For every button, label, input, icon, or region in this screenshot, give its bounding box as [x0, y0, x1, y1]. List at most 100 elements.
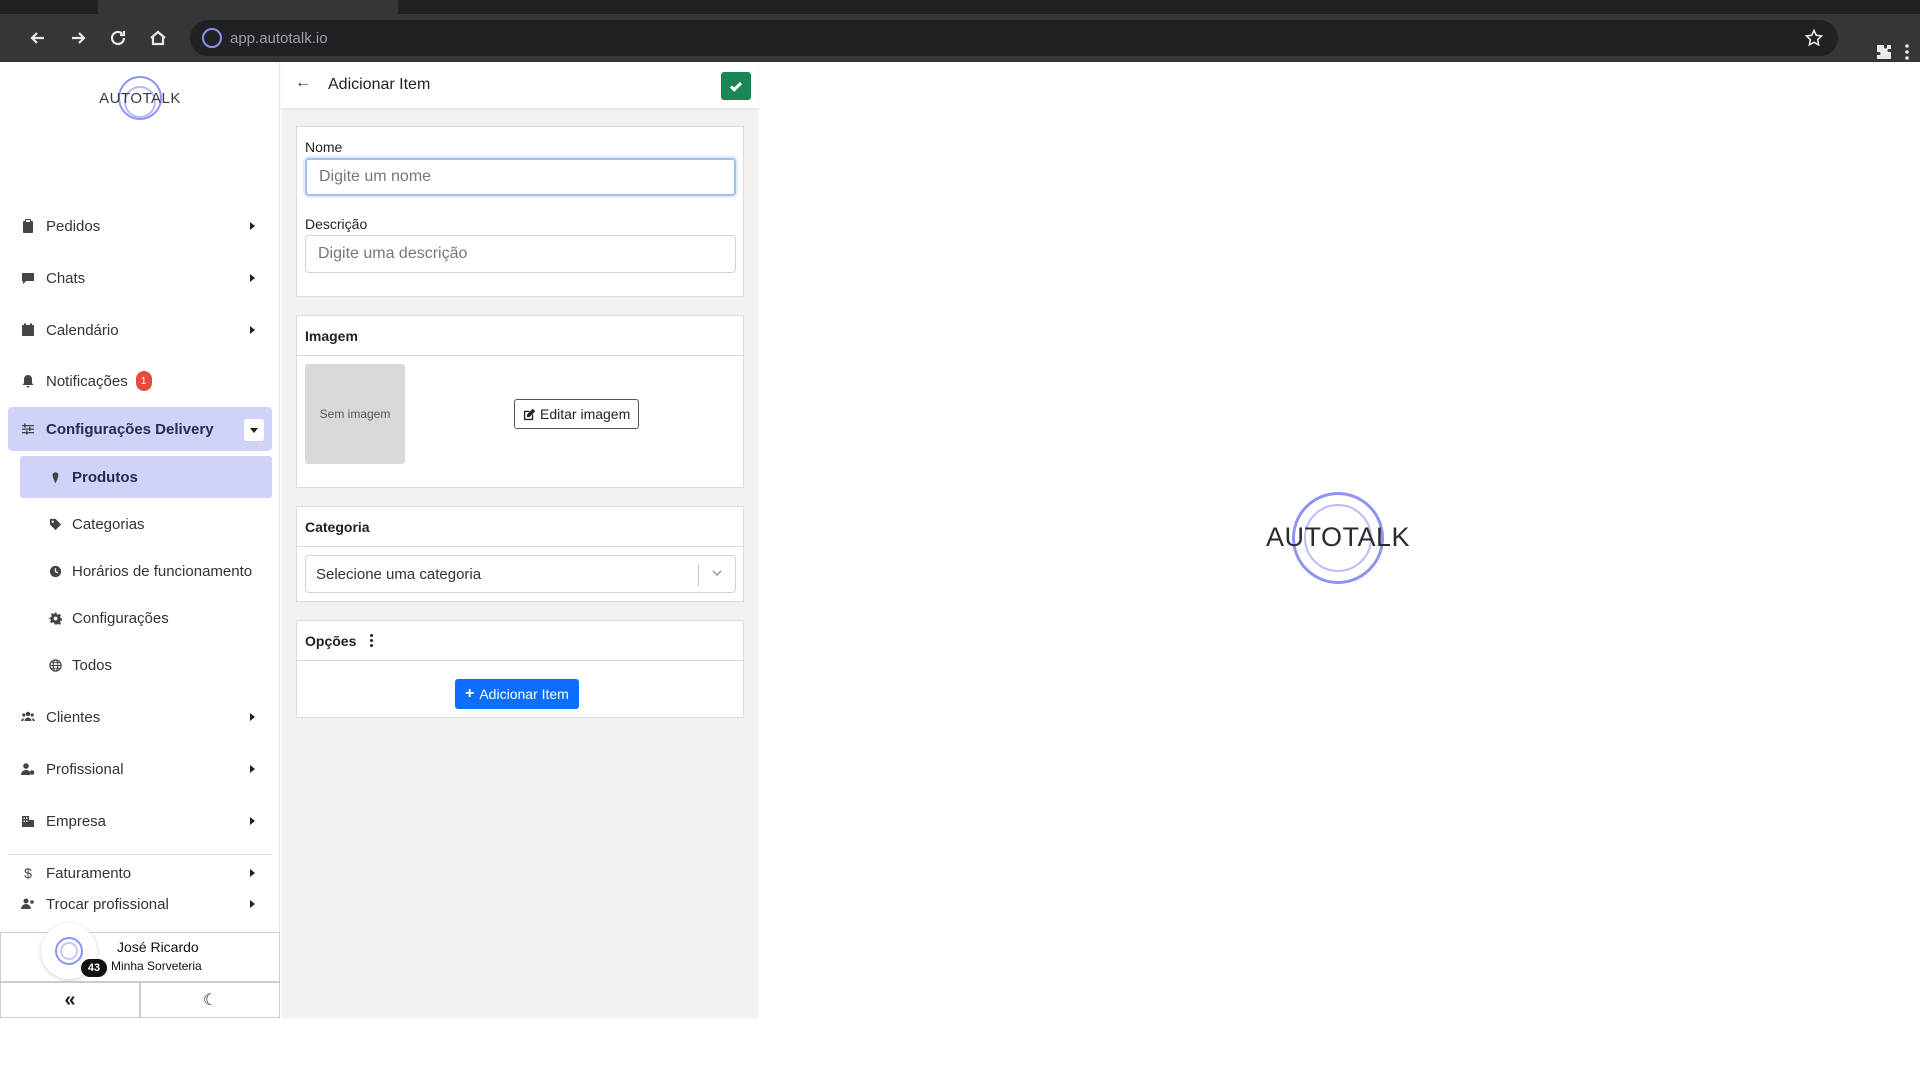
sidebar-item-label: Configurações Delivery — [46, 420, 214, 438]
avatar-count-badge: 43 — [81, 959, 107, 977]
sidebar-logo[interactable]: AUTOTALK — [98, 70, 182, 126]
options-kebab-icon[interactable] — [370, 634, 374, 647]
sidebar-item-trocar-profissional[interactable]: Trocar profissional — [8, 882, 272, 926]
image-placeholder: Sem imagem — [305, 364, 405, 464]
caret-right-icon[interactable] — [244, 865, 260, 881]
sidebar-subitem-categorias[interactable]: Categorias — [20, 503, 272, 545]
sidebar-item-profissional[interactable]: Profissional — [8, 747, 272, 791]
chevron-down-icon[interactable] — [709, 565, 725, 581]
sidebar-item-label: Pedidos — [46, 217, 101, 235]
address-bar[interactable]: app.autotalk.io — [190, 20, 1838, 56]
sidebar-subitem-label: Categorias — [72, 515, 145, 533]
tag-icon — [48, 517, 62, 531]
caret-right-icon[interactable] — [244, 896, 260, 912]
reload-icon[interactable] — [98, 18, 138, 58]
caret-right-icon[interactable] — [244, 709, 260, 725]
sidebar-item-empresa[interactable]: Empresa — [8, 799, 272, 843]
sidebar-item-calendario[interactable]: Calendário — [8, 308, 272, 352]
notification-count-badge: 1 — [135, 371, 152, 391]
sidebar-item-chats[interactable]: Chats — [8, 256, 272, 300]
building-icon — [20, 813, 36, 829]
edit-icon — [523, 408, 536, 420]
caret-right-icon[interactable] — [244, 813, 260, 829]
name-label: Nome — [305, 139, 343, 155]
options-header-label: Opções — [305, 632, 357, 649]
category-section-header: Categoria — [297, 507, 743, 547]
dollar-icon: $ — [24, 865, 32, 881]
center-brand-logo: AUTOTALK — [1258, 490, 1418, 590]
panel-header: ← Adicionar Item — [281, 62, 759, 108]
users-icon — [20, 709, 36, 725]
site-favicon-icon — [202, 28, 222, 48]
clipboard-icon — [20, 218, 36, 234]
comment-icon — [20, 270, 36, 286]
name-input[interactable] — [305, 158, 736, 196]
sidebar-item-label: Chats — [46, 269, 86, 287]
browser-toolbar: app.autotalk.io — [0, 14, 1920, 62]
sidebar-item-clientes[interactable]: Clientes — [8, 695, 272, 739]
description-input[interactable] — [305, 235, 736, 273]
clock-icon — [48, 564, 62, 578]
add-item-panel: ← Adicionar Item Nome Descrição Imagem S… — [281, 62, 759, 1018]
home-icon[interactable] — [138, 18, 178, 58]
sidebar-item-label: Profissional — [46, 760, 124, 778]
user-gear-icon — [20, 761, 36, 777]
brand-logo-text: AUTOTALK — [1265, 522, 1411, 552]
caret-right-icon[interactable] — [244, 218, 260, 234]
sidebar-item-label: Trocar profissional — [46, 895, 169, 913]
edit-image-button[interactable]: Editar imagem — [514, 399, 640, 429]
caret-right-icon[interactable] — [244, 322, 260, 338]
basic-info-card: Nome Descrição — [296, 126, 744, 297]
browser-tab-strip — [0, 0, 1920, 14]
address-url: app.autotalk.io — [230, 29, 328, 47]
browser-tab[interactable] — [98, 0, 398, 14]
sidebar-subitem-todos[interactable]: Todos — [20, 644, 272, 686]
user-switch-icon — [20, 896, 36, 912]
sliders-icon — [20, 421, 36, 437]
caret-right-icon[interactable] — [244, 761, 260, 777]
collapse-sidebar-button[interactable]: « — [0, 982, 140, 1018]
gear-icon — [48, 611, 62, 625]
sidebar-subitem-label: Produtos — [72, 468, 138, 486]
sidebar-item-pedidos[interactable]: Pedidos — [8, 204, 272, 248]
app-root: AUTOTALK Pedidos Chats Calendário Notifi… — [0, 62, 1920, 1018]
image-section-header: Imagem — [297, 316, 743, 356]
forward-icon[interactable] — [58, 18, 98, 58]
options-card: Opções + Adicionar Item — [296, 620, 744, 718]
back-icon[interactable] — [18, 18, 58, 58]
bookmark-star-icon[interactable] — [1804, 28, 1824, 48]
save-button[interactable] — [721, 72, 751, 100]
description-label: Descrição — [305, 216, 368, 232]
check-icon — [729, 81, 743, 92]
sidebar-item-configuracoes-delivery[interactable]: Configurações Delivery — [8, 407, 272, 451]
extensions-puzzle-icon[interactable] — [1874, 42, 1894, 62]
moon-icon: ☾ — [202, 992, 218, 1009]
browser-menu-kebab-icon[interactable] — [1904, 42, 1910, 62]
sidebar-item-label: Faturamento — [46, 864, 132, 882]
category-select[interactable]: Selecione uma categoria — [305, 555, 736, 593]
user-company: Minha Sorveteria — [111, 959, 202, 973]
sidebar-divider — [8, 854, 272, 855]
back-arrow-icon[interactable]: ← — [295, 74, 311, 92]
caret-down-icon[interactable] — [244, 419, 264, 441]
sidebar-item-label: Notificações — [46, 372, 128, 390]
sidebar-item-notificacoes[interactable]: Notificações 1 — [8, 359, 272, 403]
sidebar-subitem-produtos[interactable]: Produtos — [20, 456, 272, 498]
sidebar-subitem-label: Horários de funcionamento — [72, 562, 253, 580]
image-card: Imagem Sem imagem Editar imagem — [296, 315, 744, 488]
edit-image-label: Editar imagem — [540, 406, 631, 422]
select-separator — [698, 564, 699, 586]
double-chevron-left-icon: « — [64, 988, 76, 1011]
sidebar-item-label: Empresa — [46, 812, 107, 830]
add-item-button[interactable]: + Adicionar Item — [455, 679, 579, 709]
options-section-header: Opções — [297, 621, 743, 661]
logo-text: AUTOTALK — [99, 89, 181, 107]
sidebar-subitem-configuracoes[interactable]: Configurações — [20, 597, 272, 639]
dark-mode-toggle-button[interactable]: ☾ — [140, 982, 280, 1018]
user-name: José Ricardo — [117, 939, 199, 955]
caret-right-icon[interactable] — [244, 270, 260, 286]
calendar-icon — [20, 322, 36, 338]
user-profile-card[interactable]: 43 José Ricardo Minha Sorveteria — [0, 923, 280, 982]
add-item-label: Adicionar Item — [479, 686, 569, 702]
sidebar-subitem-horarios[interactable]: Horários de funcionamento — [20, 550, 272, 592]
